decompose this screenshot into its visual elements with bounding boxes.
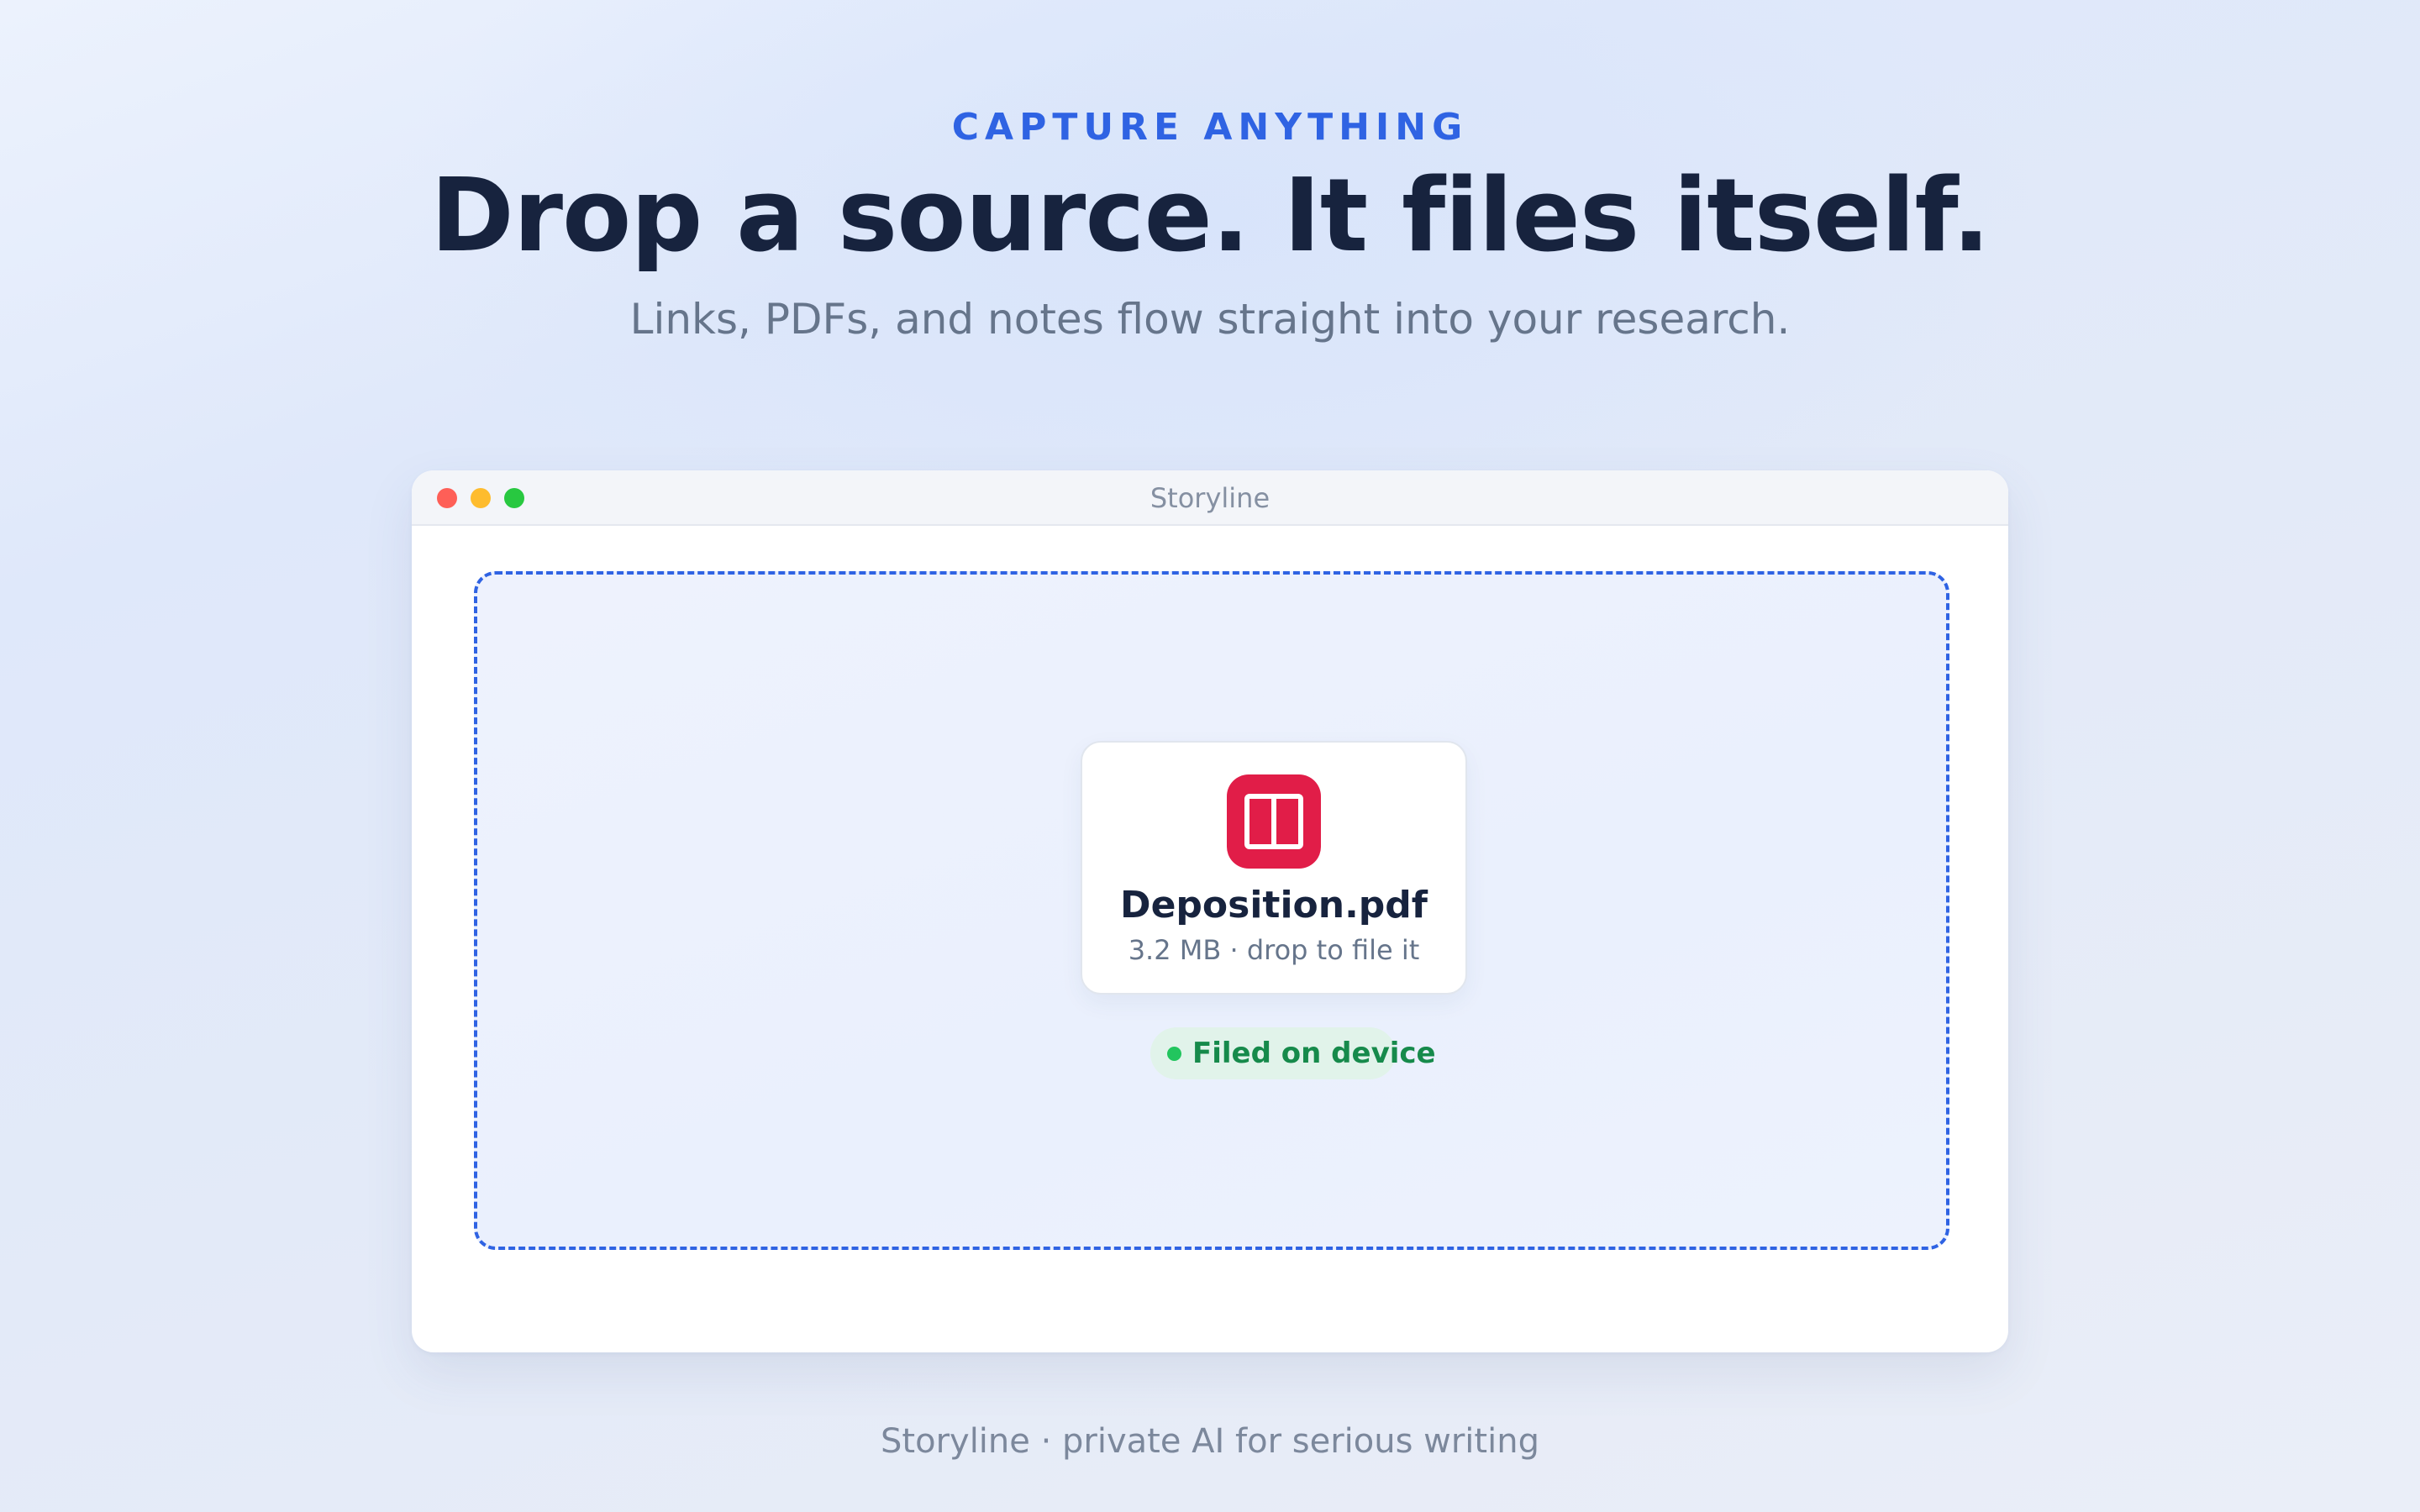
file-name: Deposition.pdf (1120, 884, 1428, 927)
app-window: Storyline Deposition.pdf 3.2 MB · drop t… (412, 470, 2008, 1352)
page-headline: Drop a source. It files itself. (430, 158, 1991, 275)
status-dot-icon (1167, 1047, 1181, 1061)
eyebrow-label: CAPTURE ANYTHING (951, 106, 1469, 149)
window-title: Storyline (1150, 482, 1270, 514)
footer-tagline: Storyline · private AI for serious writi… (881, 1422, 1539, 1461)
window-titlebar[interactable]: Storyline (412, 470, 2008, 526)
status-badge: Filed on device (1150, 1027, 1436, 1079)
status-label: Filed on device (1192, 1037, 1436, 1070)
book-icon (1227, 774, 1321, 869)
page-subheadline: Links, PDFs, and notes flow straight int… (629, 295, 1791, 344)
file-meta: 3.2 MB · drop to file it (1128, 934, 1420, 966)
file-card[interactable]: Deposition.pdf 3.2 MB · drop to file it (1081, 741, 1467, 995)
drop-zone[interactable]: Deposition.pdf 3.2 MB · drop to file it … (474, 571, 1949, 1250)
